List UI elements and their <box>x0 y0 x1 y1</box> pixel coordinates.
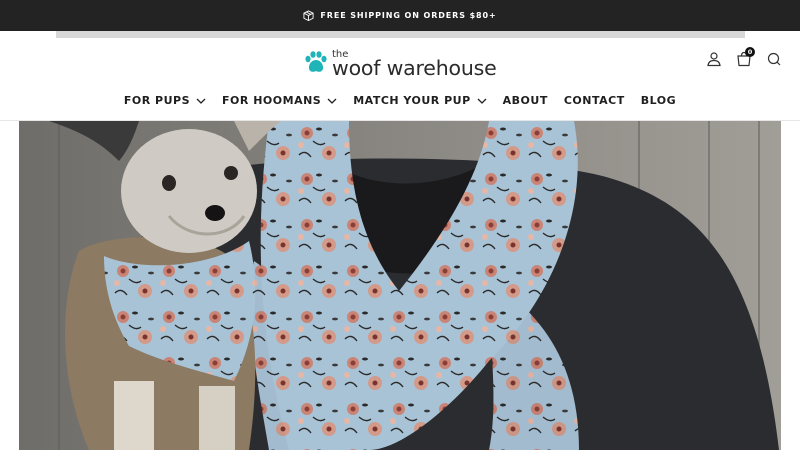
nav-item-blog[interactable]: BLOG <box>633 94 684 107</box>
logo-the: the <box>332 49 349 60</box>
nav-item-label: BLOG <box>640 94 677 107</box>
nav-item-about[interactable]: ABOUT <box>495 94 556 107</box>
announcement-text: FREE SHIPPING ON ORDERS $80+ <box>320 11 497 20</box>
hero-image[interactable] <box>19 121 781 450</box>
site-logo[interactable]: the woof warehouse <box>304 49 497 80</box>
site-header: the woof warehouse 0 FOR PUPS FOR HOOMAN… <box>0 38 800 121</box>
nav-item-contact[interactable]: CONTACT <box>556 94 633 107</box>
announcement-bar: FREE SHIPPING ON ORDERS $80+ <box>0 0 800 31</box>
nav-item-label: FOR PUPS <box>123 94 191 107</box>
search-icon[interactable] <box>766 51 782 67</box>
cart-icon[interactable]: 0 <box>736 47 755 67</box>
logo-wordmark: the woof warehouse <box>332 49 497 80</box>
nav-item-label: MATCH YOUR PUP <box>353 94 471 107</box>
chevron-down-icon <box>477 98 487 104</box>
paw-icon <box>304 50 328 79</box>
cart-count-badge: 0 <box>745 47 755 57</box>
nav-item-label: FOR HOOMANS <box>222 94 322 107</box>
nav-item-label: ABOUT <box>502 94 548 107</box>
nav-item-match-your-pup[interactable]: MATCH YOUR PUP <box>345 94 494 107</box>
logo-name: woof warehouse <box>332 56 497 80</box>
nav-item-label: CONTACT <box>563 94 625 107</box>
account-icon[interactable] <box>706 51 722 67</box>
nav-item-for-hoomans[interactable]: FOR HOOMANS <box>214 94 345 107</box>
header-icons: 0 <box>706 47 782 67</box>
chevron-down-icon <box>327 98 337 104</box>
nav-item-for-pups[interactable]: FOR PUPS <box>116 94 214 107</box>
main-nav: FOR PUPS FOR HOOMANS MATCH YOUR PUP ABOU… <box>0 94 800 107</box>
chevron-down-icon <box>196 98 206 104</box>
box-icon <box>303 10 314 21</box>
header-divider-strip <box>56 31 745 38</box>
hero-illustration <box>19 121 781 450</box>
